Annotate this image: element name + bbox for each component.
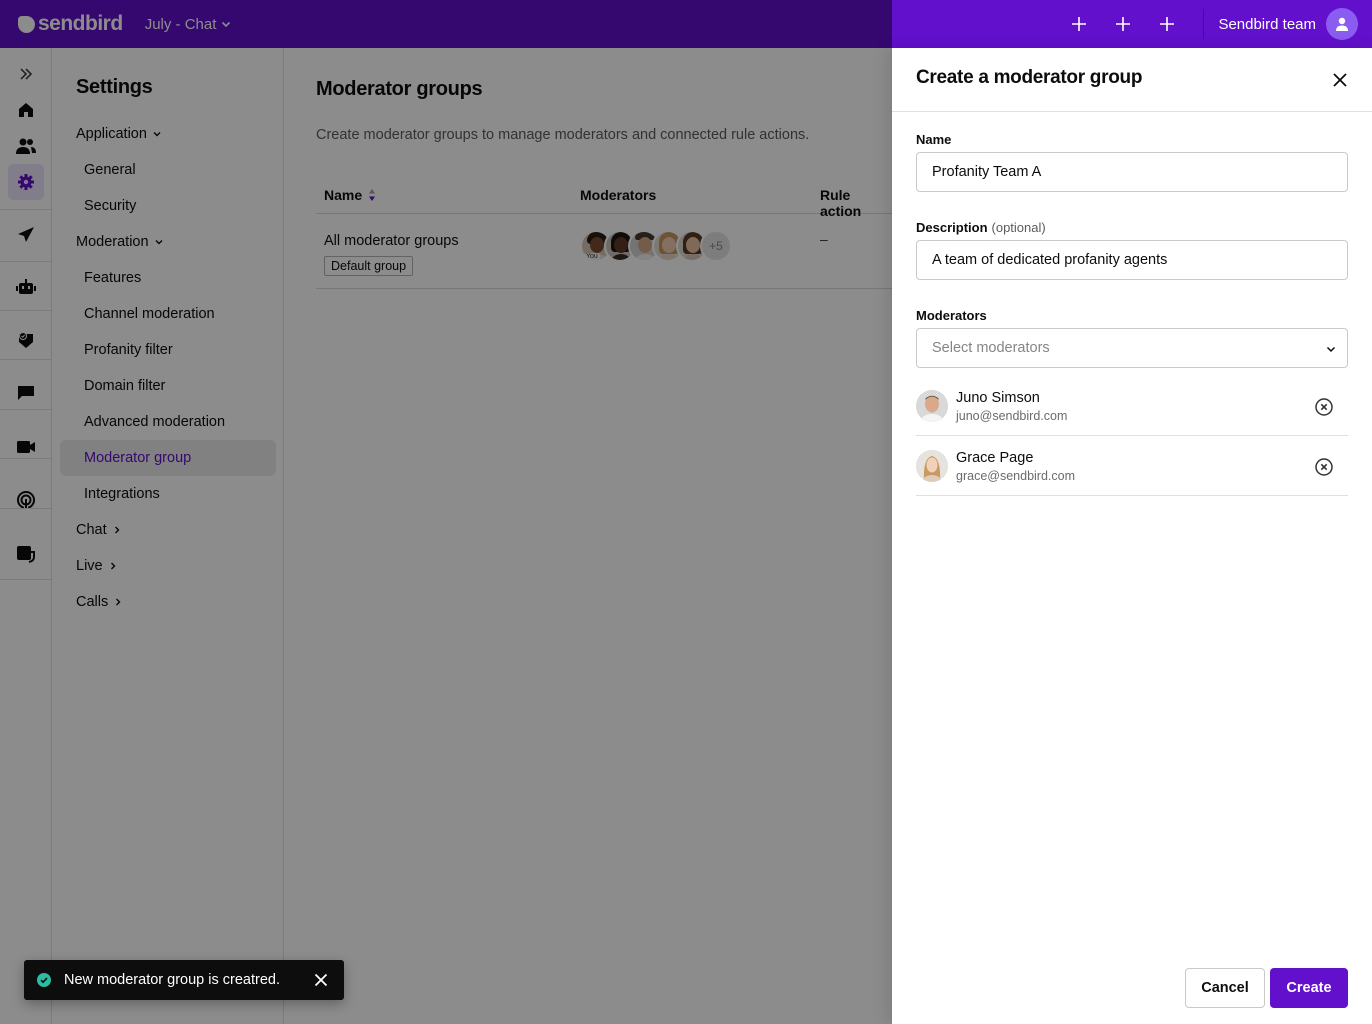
moderators-placeholder: Select moderators: [932, 340, 1050, 356]
user-icon: [1336, 17, 1348, 31]
toast-message: New moderator group is creatred.: [64, 972, 280, 988]
top-divider: [1203, 9, 1205, 39]
user-avatar[interactable]: [1326, 8, 1358, 40]
cancel-button[interactable]: Cancel: [1185, 968, 1265, 1008]
close-button[interactable]: [1330, 70, 1350, 90]
success-toast: New moderator group is creatred.: [24, 960, 344, 1000]
moderator-avatar: [916, 390, 948, 422]
moderator-email: juno@sendbird.com: [956, 409, 1068, 423]
add-button-1[interactable]: [1057, 0, 1101, 48]
modal-backdrop[interactable]: [0, 0, 892, 1024]
plus-icon: [1160, 17, 1175, 31]
remove-circle-icon: [1315, 398, 1333, 416]
create-button[interactable]: Create: [1270, 968, 1348, 1008]
drawer-title: Create a moderator group: [916, 67, 1143, 88]
remove-moderator-button[interactable]: [1314, 457, 1334, 477]
remove-circle-icon: [1315, 458, 1333, 476]
selected-moderator: Juno Simson juno@sendbird.com: [916, 376, 1348, 436]
drawer-header: Create a moderator group: [892, 48, 1372, 112]
remove-moderator-button[interactable]: [1314, 397, 1334, 417]
moderator-name: Juno Simson: [956, 390, 1040, 406]
toast-close-button[interactable]: [314, 973, 328, 987]
name-input[interactable]: [916, 152, 1348, 192]
create-moderator-group-drawer: Create a moderator group Name Descriptio…: [892, 48, 1372, 1024]
moderators-select[interactable]: Select moderators: [916, 328, 1348, 368]
add-button-2[interactable]: [1101, 0, 1145, 48]
chevron-down-icon: [1326, 346, 1336, 353]
moderator-name: Grace Page: [956, 450, 1034, 466]
description-label: Description (optional): [916, 220, 1046, 235]
selected-moderator: Grace Page grace@sendbird.com: [916, 436, 1348, 496]
moderator-avatar: [916, 450, 948, 482]
close-icon: [1333, 73, 1347, 87]
moderator-email: grace@sendbird.com: [956, 469, 1075, 483]
name-label: Name: [916, 132, 952, 147]
moderators-label: Moderators: [916, 308, 987, 323]
plus-icon: [1072, 17, 1087, 31]
check-circle-icon: [37, 973, 51, 987]
description-input[interactable]: [916, 240, 1348, 280]
close-icon: [314, 973, 328, 987]
add-button-3[interactable]: [1145, 0, 1189, 48]
team-name[interactable]: Sendbird team: [1218, 16, 1316, 33]
description-label-text: Description: [916, 220, 988, 235]
plus-icon: [1116, 17, 1131, 31]
optional-label: (optional): [991, 220, 1046, 235]
